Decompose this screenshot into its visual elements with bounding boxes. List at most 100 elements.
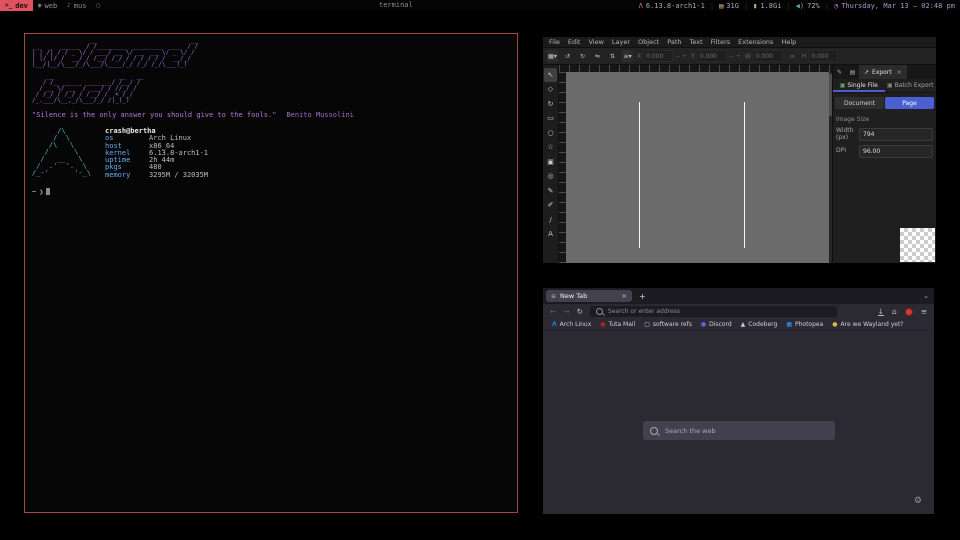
personalize-gear-icon[interactable]: ⚙ [914, 496, 922, 506]
menu-icon[interactable]: ≡ [921, 307, 927, 316]
x-coordinate-spinbox[interactable]: X 0.000 − + [637, 50, 687, 62]
bookmark-codeberg[interactable]: ▲ Codeberg [741, 321, 778, 328]
height-spinbox[interactable]: H 0.000 [802, 50, 839, 62]
memory-module: ▮ 1.8Gi [753, 2, 781, 10]
objects-panel-icon[interactable]: ▤ [846, 66, 859, 79]
export-panel-tab[interactable]: ↗ Export × [859, 65, 907, 79]
menu-view[interactable]: View [588, 38, 603, 46]
tool-controls-bar: ▦▾ ↺ ↻ ⇋ ⇅ ≡▾ X 0.000 − + Y 0.000 − + W … [543, 47, 936, 65]
datetime: Thursday, Mar 13 — 02:48 pm [841, 2, 955, 10]
prompt-path: ~ [32, 188, 36, 196]
url-bar[interactable]: Search or enter address [590, 306, 837, 317]
spiral-tool-icon[interactable]: ◎ [544, 170, 557, 184]
browser-tab-new-tab[interactable]: ⊕ New Tab × [546, 290, 632, 302]
tab-strip: ⊕ New Tab × + ⌄ [543, 288, 934, 304]
forward-button[interactable]: → [563, 307, 569, 316]
globe-icon: ◉ [38, 2, 42, 9]
ellipse-tool-icon[interactable]: ○ [544, 126, 557, 140]
shape-builder-tool-icon[interactable]: ↻ [544, 97, 557, 111]
pen-tool-icon[interactable]: / [544, 213, 557, 227]
tab-batch-export[interactable]: ▣ Batch Export [885, 79, 937, 92]
star-tool-icon[interactable]: ☆ [544, 141, 557, 155]
calligraphy-tool-icon[interactable]: ✐ [544, 199, 557, 213]
menu-layer[interactable]: Layer [612, 38, 630, 46]
back-button[interactable]: ← [550, 307, 556, 316]
y-coordinate-spinbox[interactable]: Y 0.000 − + [691, 50, 741, 62]
menu-help[interactable]: Help [781, 38, 796, 46]
export-dpi-input[interactable]: 96.00 [859, 145, 933, 158]
folder-icon: ▢ [644, 321, 650, 328]
photopea-icon: ▦ [786, 321, 792, 328]
vertical-ruler[interactable] [559, 72, 566, 263]
memory-value: 1.8Gi [760, 2, 781, 10]
edit-panel-icon[interactable]: ✎ [833, 66, 846, 79]
arch-ascii-logo: /\ / \ /\ \ / \ / __ \ / .' '. \ /_-' '-… [32, 128, 91, 179]
bookmark-are-we-wayland-yet[interactable]: ● Are we Wayland yet? [832, 321, 903, 328]
new-tab-button[interactable]: + [639, 292, 646, 301]
downloads-icon[interactable]: ↓ [878, 308, 884, 316]
workspace-mus[interactable]: ♪ mus [62, 0, 91, 11]
reload-button[interactable]: ↻ [577, 307, 583, 316]
align-dropdown-button[interactable]: ≡▾ [622, 50, 633, 62]
workspace-extra[interactable]: ▢ [91, 0, 105, 11]
desktop: >_ dev ◉ web ♪ mus ▢ terminal Λ 6.13.8-a… [0, 0, 960, 540]
list-tabs-chevron-icon[interactable]: ⌄ [923, 292, 929, 300]
box3d-tool-icon[interactable]: ▣ [544, 155, 557, 169]
bookmark-discord[interactable]: ● Discord [701, 321, 732, 328]
export-preview-thumbnail [900, 228, 935, 262]
pencil-tool-icon[interactable]: ✎ [544, 184, 557, 198]
export-mode-page[interactable]: Page [885, 97, 934, 109]
workspace-label: mus [74, 2, 87, 10]
text-tool-icon[interactable]: A [544, 228, 557, 242]
selector-tool-icon[interactable]: ↖ [544, 68, 557, 82]
stepper[interactable]: − + [675, 53, 687, 60]
image-icon: ▣ [840, 82, 846, 89]
menu-extensions[interactable]: Extensions [738, 38, 773, 46]
home-icon[interactable]: ⌂ [892, 307, 897, 316]
status-bar: >_ dev ◉ web ♪ mus ▢ terminal Λ 6.13.8-a… [0, 0, 960, 11]
web-search-input[interactable]: Search the web [643, 421, 835, 440]
close-icon[interactable]: × [897, 69, 902, 76]
menu-filters[interactable]: Filters [711, 38, 730, 46]
text-cursor [46, 188, 50, 195]
rectangle-tool-icon[interactable]: ▭ [544, 112, 557, 126]
volume-value: 72% [807, 2, 820, 10]
bookmark-folder-software-refs[interactable]: ▢ software refs [644, 321, 692, 328]
tab-close-icon[interactable]: × [622, 292, 627, 300]
shell-prompt[interactable]: ~❯ [32, 188, 510, 196]
tab-single-file[interactable]: ▣ Single File [833, 79, 885, 92]
new-tab-page: Search the web ⚙ [543, 331, 934, 515]
workspace-web[interactable]: ◉ web [33, 0, 62, 11]
rotate-cw-button[interactable]: ↻ [577, 50, 588, 62]
selection-options-button[interactable]: ▦▾ [547, 50, 558, 62]
arch-icon: Λ [639, 2, 643, 10]
tab-title: New Tab [560, 292, 587, 300]
extension-red-dot-icon[interactable] [905, 308, 913, 316]
flip-horizontal-button[interactable]: ⇋ [592, 50, 603, 62]
export-icon: ↗ [864, 69, 869, 76]
horizontal-ruler[interactable] [559, 65, 833, 72]
volume-module[interactable]: ◀) 72% [796, 2, 820, 10]
menu-edit[interactable]: Edit [568, 38, 581, 46]
lock-ratio-icon[interactable]: ∞ [787, 50, 798, 62]
menu-path[interactable]: Path [667, 38, 681, 46]
menu-text[interactable]: Text [690, 38, 703, 46]
terminal-window[interactable]: __ __ _ _____ / /________ ____ ___ ___ /… [24, 33, 518, 513]
inkscape-menubar: File Edit View Layer Object Path Text Fi… [543, 37, 936, 47]
width-spinbox[interactable]: W 0.000 [745, 50, 783, 62]
bookmark-arch-linux[interactable]: Λ Arch Linux [552, 321, 591, 328]
workspace-dev[interactable]: >_ dev [0, 0, 33, 11]
stepper[interactable]: − + [729, 53, 741, 60]
bookmark-tuta-mail[interactable]: ● Tuta Mail [600, 321, 635, 328]
rotate-ccw-button[interactable]: ↺ [562, 50, 573, 62]
flip-vertical-button[interactable]: ⇅ [607, 50, 618, 62]
bookmark-photopea[interactable]: ▦ Photopea [786, 321, 823, 328]
menu-object[interactable]: Object [638, 38, 659, 46]
inkscape-canvas[interactable] [566, 72, 833, 263]
chevron-down-icon: ▾ [554, 53, 557, 60]
node-tool-icon[interactable]: ◇ [544, 83, 557, 97]
menu-file[interactable]: File [549, 38, 560, 46]
export-width-input[interactable]: 794 [859, 128, 933, 141]
export-mode-document[interactable]: Document [835, 97, 884, 109]
wayland-icon: ● [832, 321, 837, 328]
